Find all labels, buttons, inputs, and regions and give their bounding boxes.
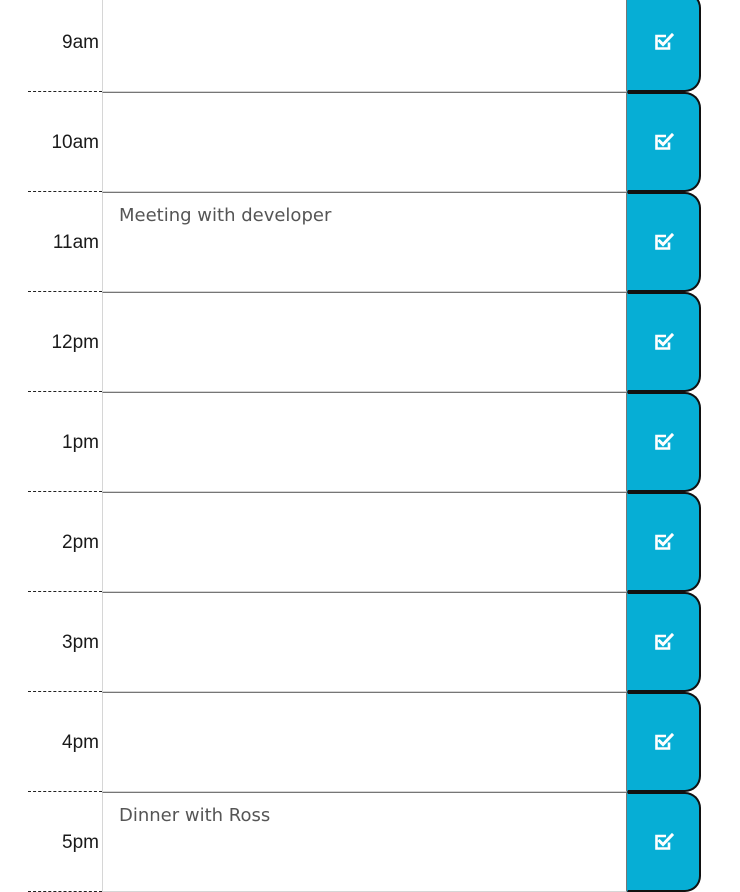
- save-check-icon: [654, 233, 674, 251]
- save-button[interactable]: [627, 92, 701, 192]
- save-button[interactable]: [627, 492, 701, 592]
- time-block-row: 11am Meeting with developer: [0, 192, 740, 292]
- save-button[interactable]: [627, 192, 701, 292]
- hour-label: 4pm: [28, 692, 102, 792]
- save-button[interactable]: [627, 392, 701, 492]
- save-button[interactable]: [627, 792, 701, 892]
- event-description-input[interactable]: [102, 292, 627, 392]
- event-description-input[interactable]: [102, 492, 627, 592]
- planner-container: 9am 10am 11am Meeting with developer 12pm 1pm…: [0, 0, 740, 892]
- save-button[interactable]: [627, 592, 701, 692]
- hour-label: 10am: [28, 92, 102, 192]
- hour-label: 5pm: [28, 792, 102, 892]
- save-check-icon: [654, 333, 674, 351]
- time-block-row: 4pm: [0, 692, 740, 792]
- save-check-icon: [654, 533, 674, 551]
- save-button[interactable]: [627, 0, 701, 92]
- hour-label: 3pm: [28, 592, 102, 692]
- event-description-input[interactable]: [102, 392, 627, 492]
- time-block-row: 2pm: [0, 492, 740, 592]
- hour-label: 1pm: [28, 392, 102, 492]
- time-block-row: 12pm: [0, 292, 740, 392]
- hour-label: 12pm: [28, 292, 102, 392]
- save-check-icon: [654, 33, 674, 51]
- time-block-row: 3pm: [0, 592, 740, 692]
- save-check-icon: [654, 733, 674, 751]
- hour-label: 11am: [28, 192, 102, 292]
- save-check-icon: [654, 833, 674, 851]
- hour-label: 9am: [28, 0, 102, 92]
- save-check-icon: [654, 133, 674, 151]
- time-block-row: 5pm Dinner with Ross: [0, 792, 740, 892]
- hour-label: 2pm: [28, 492, 102, 592]
- save-button[interactable]: [627, 292, 701, 392]
- event-description-input[interactable]: Dinner with Ross: [102, 792, 627, 892]
- event-description-input[interactable]: [102, 0, 627, 92]
- event-description-input[interactable]: Meeting with developer: [102, 192, 627, 292]
- event-description-input[interactable]: [102, 692, 627, 792]
- time-block-row: 9am: [0, 0, 740, 92]
- time-block-row: 1pm: [0, 392, 740, 492]
- save-check-icon: [654, 433, 674, 451]
- time-block-row: 10am: [0, 92, 740, 192]
- event-description-input[interactable]: [102, 92, 627, 192]
- event-description-input[interactable]: [102, 592, 627, 692]
- save-button[interactable]: [627, 692, 701, 792]
- save-check-icon: [654, 633, 674, 651]
